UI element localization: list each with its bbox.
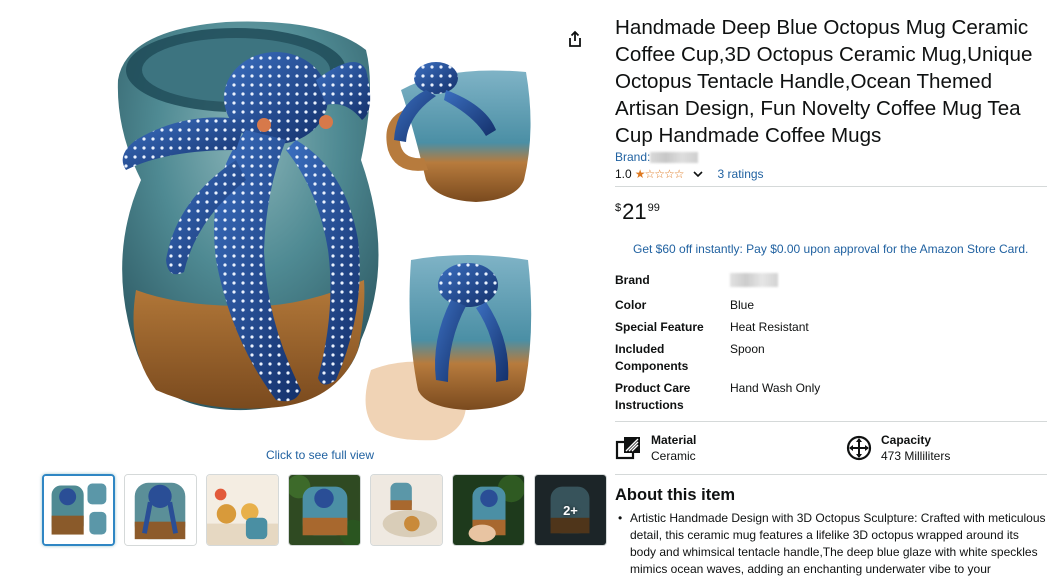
- brand-link[interactable]: Brand:: [615, 150, 699, 164]
- share-button[interactable]: [562, 26, 588, 52]
- star-icon-empty: ☆: [644, 167, 655, 181]
- star-icon-empty: ☆: [673, 167, 685, 181]
- rating-value: 1.0: [615, 167, 632, 181]
- share-icon: [569, 30, 581, 47]
- star-rating[interactable]: ★ ☆ ☆ ☆ ☆: [634, 167, 685, 181]
- thumbnail-2[interactable]: [124, 474, 197, 546]
- price-symbol: $: [615, 202, 622, 214]
- feature-value: Ceramic: [651, 449, 696, 463]
- spec-key: Included Components: [615, 342, 689, 373]
- spec-row: Product Care Instructions Hand Wash Only: [615, 380, 1047, 414]
- spec-key: Color: [615, 298, 647, 312]
- media-gallery: Click to see full view 2+: [0, 0, 607, 576]
- spec-value: Hand Wash Only: [730, 381, 821, 395]
- feature-highlights: Material Ceramic Capacity 473 Milliliter…: [615, 432, 1047, 468]
- price-whole: 21: [622, 199, 647, 224]
- spec-key: Product Care Instructions: [615, 381, 691, 412]
- spec-row: Special Feature Heat Resistant: [615, 319, 1047, 336]
- divider: [615, 474, 1047, 475]
- spec-value: Heat Resistant: [730, 320, 809, 334]
- store-card-promo-link[interactable]: Get $60 off instantly: Pay $0.00 upon ap…: [633, 242, 1028, 256]
- full-view-link[interactable]: Click to see full view: [0, 448, 640, 462]
- divider: [615, 186, 1047, 187]
- divider: [615, 421, 1047, 422]
- star-icon-filled: ★: [634, 167, 646, 181]
- brand-label: Brand:: [615, 150, 651, 164]
- feature-value: 473 Milliliters: [881, 449, 951, 463]
- star-icon-empty: ☆: [663, 167, 675, 181]
- brand-value-redacted: [730, 273, 778, 287]
- rating-row: 1.0 ★ ☆ ☆ ☆ ☆ 3 ratings: [615, 166, 764, 182]
- thumbnail-more[interactable]: 2+: [534, 474, 607, 546]
- thumbnail-1[interactable]: [42, 474, 115, 546]
- spec-key: Brand: [615, 273, 650, 287]
- chevron-down-icon[interactable]: [692, 168, 704, 180]
- more-thumbnails-label: 2+: [563, 502, 578, 518]
- product-specs-table: Brand Color Blue Special Feature Heat Re…: [615, 272, 1047, 419]
- spec-row: Included Components Spoon: [615, 341, 1047, 375]
- about-bullets: Artistic Handmade Design with 3D Octopus…: [615, 510, 1047, 576]
- about-bullet: Artistic Handmade Design with 3D Octopus…: [615, 510, 1047, 576]
- product-title: Handmade Deep Blue Octopus Mug Ceramic C…: [615, 16, 1033, 147]
- spec-row: Brand: [615, 272, 1047, 292]
- thumbnail-6[interactable]: [452, 474, 525, 546]
- spec-value: Spoon: [730, 342, 765, 356]
- spec-key: Special Feature: [615, 320, 704, 334]
- thumbnail-4[interactable]: [288, 474, 361, 546]
- capacity-icon: [846, 435, 872, 461]
- spec-row: Color Blue: [615, 297, 1047, 314]
- about-section-title: About this item: [615, 486, 736, 504]
- main-product-image[interactable]: [96, 10, 546, 442]
- feature-label: Capacity: [881, 433, 932, 447]
- feature-capacity: Capacity 473 Milliliters: [845, 432, 950, 464]
- spec-value: Blue: [730, 298, 755, 312]
- star-icon-empty: ☆: [654, 167, 665, 181]
- thumbnail-3[interactable]: [206, 474, 279, 546]
- material-icon: [615, 437, 640, 460]
- ratings-count-link[interactable]: 3 ratings: [718, 167, 764, 181]
- price: $ 21 99: [615, 200, 660, 224]
- spec-value: [730, 272, 1047, 292]
- feature-label: Material: [651, 433, 697, 447]
- thumbnail-strip: 2+: [42, 474, 607, 546]
- feature-material: Material Ceramic: [615, 432, 696, 464]
- brand-name-redacted: [650, 152, 699, 164]
- thumbnail-5[interactable]: [370, 474, 443, 546]
- price-fraction: 99: [647, 202, 660, 214]
